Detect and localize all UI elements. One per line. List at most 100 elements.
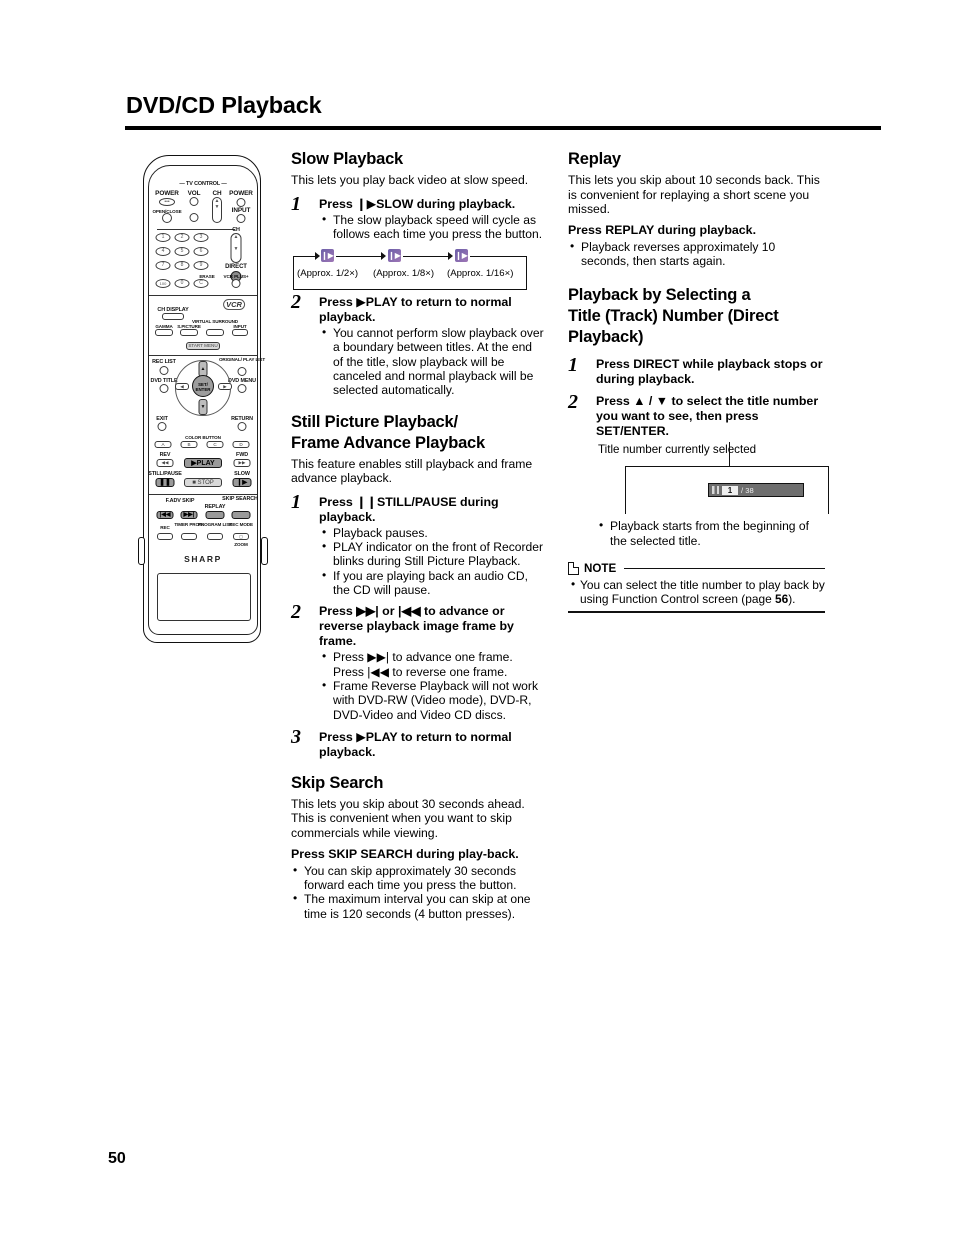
slow-speed-icon-1: ❙▶ — [321, 249, 334, 263]
remote-play-button[interactable]: ▶PLAY — [184, 458, 222, 468]
remote-tv-ch-rocker[interactable]: ▲ ▼ — [212, 197, 222, 223]
note-text-post: ). — [788, 592, 796, 607]
remote-start-menu-button[interactable]: START MENU — [186, 342, 220, 350]
remote-vcrplus-button[interactable] — [231, 279, 241, 288]
slow-playback-step-2: 2 Press ▶PLAY to return to normal playba… — [291, 291, 544, 397]
step-number: 1 — [568, 354, 578, 377]
still-picture-intro: This feature enables still playback and … — [291, 456, 533, 486]
step-key: PLAY — [365, 729, 398, 744]
instruction-post: during play-back. — [412, 846, 519, 861]
remote-rec-mode-button[interactable]: ◻ — [233, 533, 249, 540]
remote-input-button[interactable] — [236, 214, 246, 223]
heading-replay: Replay — [568, 150, 621, 168]
remote-key-1[interactable]: 1 — [155, 233, 171, 242]
cycle-line-3 — [470, 256, 527, 258]
remote-exit-button[interactable] — [157, 422, 167, 431]
step-key: SLOW — [376, 196, 414, 211]
step-number: 2 — [291, 601, 301, 624]
step-text-pre: Press ▲ / ▼ to select the title number y… — [596, 394, 819, 424]
remote-open-close-button[interactable] — [162, 213, 172, 223]
remote-brand-logo: SHARP — [184, 554, 222, 564]
remote-label-rev: REV — [159, 452, 171, 458]
remote-label-color-button: COLOR BUTTON — [185, 435, 221, 440]
remote-key-2[interactable]: 2 — [174, 233, 190, 242]
remote-slow-button[interactable]: ❙▶ — [232, 478, 252, 487]
bullet-item: Frame Reverse Playback will not work wit… — [322, 678, 544, 722]
remote-rev-button[interactable]: ◀◀ — [156, 459, 174, 467]
slow-playback-intro: This lets you play back video at slow sp… — [291, 173, 529, 187]
step-key: PLAY — [365, 295, 398, 310]
page-title: DVD/CD Playback — [126, 92, 322, 118]
remote-ch-display-button[interactable] — [162, 313, 184, 320]
remote-vol-up-button[interactable] — [189, 197, 199, 206]
slow-playback-step-1: 1 Press ❙▶SLOW during playback. The slow… — [291, 193, 544, 242]
step-bullets: The slow playback speed will cycle as fo… — [319, 212, 544, 242]
remote-dvd-title-button[interactable] — [159, 384, 169, 393]
bullet-item: If you are playing back an audio CD, the… — [322, 568, 544, 598]
remote-label-power: POWER — [155, 190, 179, 197]
remote-ch-rocker[interactable]: ▲ ▼ — [230, 233, 242, 263]
remote-rec-list-button[interactable] — [159, 366, 169, 375]
remote-label-rec: REC — [160, 525, 170, 530]
remote-key-9[interactable]: 9 — [193, 261, 209, 270]
remote-key-4[interactable]: 4 — [155, 247, 171, 256]
remote-key-5[interactable]: 5 — [174, 247, 190, 256]
remote-timer-prog-button[interactable] — [181, 533, 197, 540]
remote-input-select-button[interactable] — [232, 329, 248, 336]
remote-s-picture-button[interactable] — [180, 329, 198, 336]
remote-key-0[interactable]: 0 — [174, 279, 190, 288]
bullet-item: Press ▶▶| to advance one frame. Press |◀… — [322, 649, 544, 679]
remote-key-7[interactable]: 7 — [155, 261, 171, 270]
remote-replay-button[interactable] — [205, 511, 225, 519]
remote-nav-left-button[interactable]: ◀ — [175, 383, 189, 390]
remote-return-button[interactable] — [237, 422, 247, 431]
remote-power-button[interactable]: ••• — [159, 198, 175, 206]
skip-search-instruction: Press SKIP SEARCH during play-back. — [291, 847, 544, 862]
remote-still-pause-button[interactable]: ❚❚ — [155, 478, 175, 487]
remote-key-3[interactable]: 3 — [193, 233, 209, 242]
instruction-post: during playback. — [654, 222, 757, 237]
remote-key-8[interactable]: 8 — [174, 261, 190, 270]
heading-skip-search: Skip Search — [291, 773, 384, 792]
remote-rec-button[interactable] — [157, 533, 173, 540]
remote-label-rec-list: REC LIST — [152, 359, 176, 365]
remote-skip-forward-button[interactable]: ▶▶| — [180, 511, 198, 519]
remote-label-fadv-skip: F.ADV SKIP — [165, 498, 195, 504]
document-page: DVD/CD Playback — TV CONTROL — POWER VOL… — [0, 0, 954, 1235]
remote-stop-button[interactable]: ■ STOP — [184, 478, 222, 487]
remote-vol-down-button[interactable] — [189, 213, 199, 222]
osd-pause-icon — [712, 486, 719, 495]
remote-label-original-playlist: ORIGINAL/ PLAY LIST — [218, 357, 266, 362]
remote-tv-power-button[interactable] — [236, 198, 246, 207]
remote-blank-panel — [157, 573, 251, 621]
osd-screen-figure: 1 / 38 — [625, 442, 830, 515]
step-heading: Press ▶PLAY to return to normal playback… — [319, 294, 544, 325]
page-number: 50 — [108, 1150, 126, 1167]
remote-color-b-button[interactable]: B — [180, 441, 198, 448]
remote-fwd-button[interactable]: ▶▶ — [233, 459, 251, 467]
remote-skip-search-button[interactable] — [231, 511, 251, 519]
step-key: STILL/PAUSE — [376, 494, 457, 509]
remote-skip-back-button[interactable]: |◀◀ — [156, 511, 174, 519]
remote-virtual-surround-button[interactable] — [206, 329, 224, 336]
left-text-column: Slow Playback This lets you play back vi… — [291, 150, 544, 921]
remote-dvd-menu-button[interactable] — [237, 384, 247, 393]
remote-color-a-button[interactable]: A — [154, 441, 172, 448]
remote-nav-down-button[interactable]: ▼ — [198, 399, 208, 415]
remote-divider-2 — [149, 295, 257, 296]
remote-color-d-button[interactable]: D — [232, 441, 250, 448]
remote-program-list-button[interactable] — [207, 533, 223, 540]
bullet-item: You can skip approximately 30 seconds fo… — [293, 863, 544, 893]
heading-still-picture-line2: Frame Advance Playback — [291, 433, 486, 452]
slow-speed-cycle-diagram: ❙▶ ❙▶ ❙▶ (Approx. 1/2×) (Approx. 1/8×) (… — [293, 248, 529, 292]
remote-set-enter-button[interactable]: SET/ENTER — [192, 375, 214, 397]
remote-original-playlist-button[interactable] — [237, 367, 247, 376]
remote-gamma-button[interactable] — [155, 329, 173, 336]
remote-color-c-button[interactable]: C — [206, 441, 224, 448]
slow-speed-icon-3: ❙▶ — [455, 249, 468, 263]
remote-nav-right-button[interactable]: ▶ — [218, 383, 232, 390]
bullet-item: The maximum interval you can skip at one… — [293, 891, 544, 921]
remote-key-100[interactable]: 100 — [155, 279, 171, 288]
remote-key-clear[interactable]: C — [193, 279, 209, 288]
remote-key-6[interactable]: 6 — [193, 247, 209, 256]
